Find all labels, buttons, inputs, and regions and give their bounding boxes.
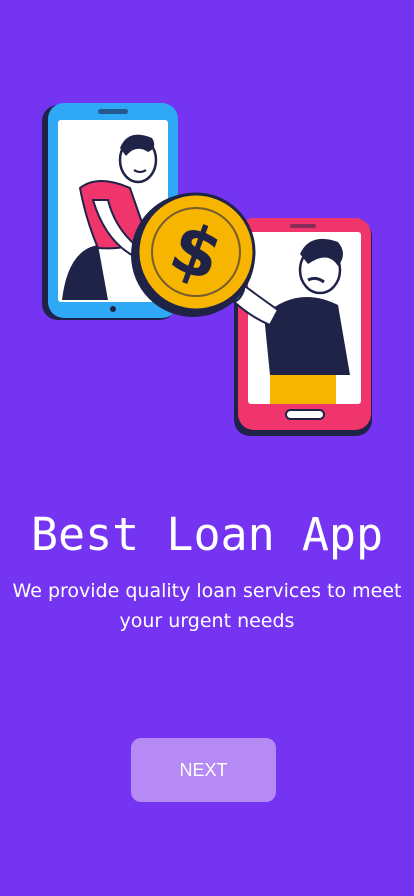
page-subtitle: We provide quality loan services to meet… — [12, 580, 402, 632]
dollar-coin-icon: $ — [131, 192, 256, 317]
next-button[interactable]: NEXT — [131, 738, 276, 802]
hero-illustration: $ — [38, 100, 378, 440]
page-title: Best Loan App — [30, 508, 384, 561]
